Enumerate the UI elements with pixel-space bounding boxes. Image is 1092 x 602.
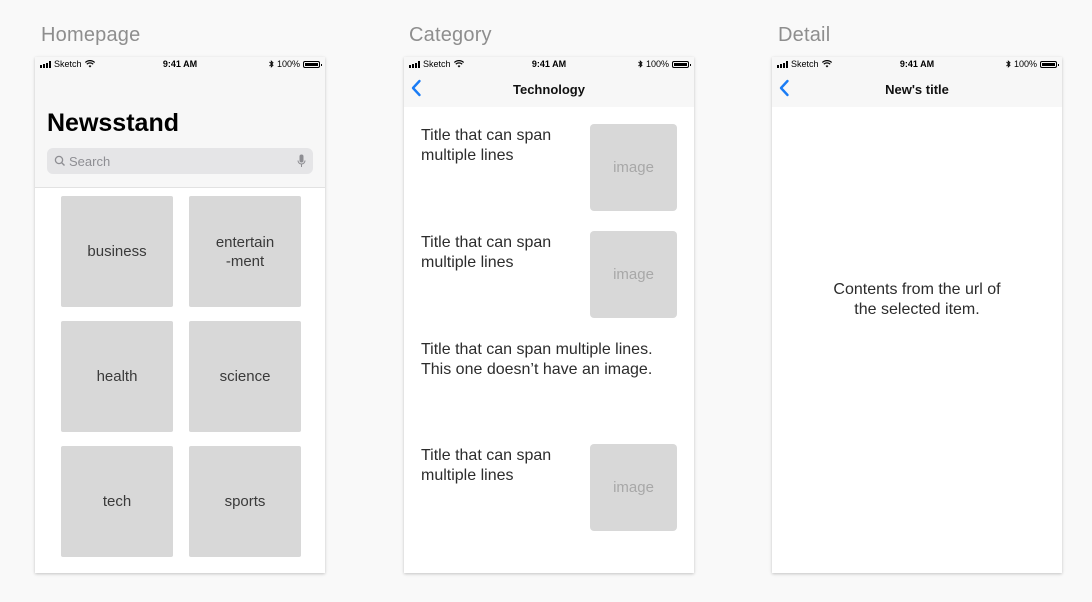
news-item-title[interactable]: Title that can span multiple lines (421, 126, 587, 166)
nav-bar: Sketch 9:41 AM 100% Technology (404, 57, 694, 107)
news-item-image[interactable]: image (590, 231, 677, 318)
battery-icon (1040, 60, 1059, 68)
page-title: Newsstand (47, 109, 179, 137)
category-tile-health[interactable]: health (61, 321, 173, 432)
search-placeholder: Search (69, 154, 111, 169)
homepage-artboard-label: Homepage (41, 24, 141, 46)
category-tile-entertainment[interactable]: entertain -ment (189, 196, 301, 307)
category-screen: Sketch 9:41 AM 100% Technology Title tha… (404, 57, 694, 573)
nav-bar: Sketch 9:41 AM 100% New's title (772, 57, 1062, 107)
category-tile-sports[interactable]: sports (189, 446, 301, 557)
bluetooth-icon (638, 60, 643, 68)
homepage-screen: Sketch 9:41 AM 100% Newsstand Search bus… (35, 57, 325, 573)
news-item-title[interactable]: Title that can span multiple lines (421, 446, 587, 486)
microphone-icon[interactable] (297, 154, 306, 168)
bluetooth-icon (269, 60, 274, 68)
news-item-image[interactable]: image (590, 124, 677, 211)
category-tile-business[interactable]: business (61, 196, 173, 307)
status-bar: Sketch 9:41 AM 100% (404, 57, 694, 73)
home-header: Sketch 9:41 AM 100% Newsstand Search (35, 57, 325, 188)
battery-percent: 100% (645, 59, 669, 69)
battery-icon (672, 60, 691, 68)
nav-title: Technology (513, 82, 585, 97)
detail-artboard-label: Detail (778, 24, 831, 46)
category-tile-tech[interactable]: tech (61, 446, 173, 557)
news-item-title[interactable]: Title that can span multiple lines (421, 233, 587, 273)
news-item-title[interactable]: Title that can span multiple lines. This… (421, 340, 671, 380)
battery-percent: 100% (1013, 59, 1037, 69)
category-tile-science[interactable]: science (189, 321, 301, 432)
battery-icon (303, 60, 322, 68)
bluetooth-icon (1006, 60, 1011, 68)
detail-content: Contents from the url of the selected it… (833, 281, 1001, 318)
search-icon (54, 155, 65, 166)
status-bar: Sketch 9:41 AM 100% (772, 57, 1062, 73)
nav-title: New's title (885, 82, 949, 97)
search-input[interactable]: Search (47, 148, 313, 174)
status-bar: Sketch 9:41 AM 100% (35, 57, 325, 73)
battery-percent: 100% (276, 59, 300, 69)
detail-screen: Sketch 9:41 AM 100% New's title Contents… (772, 57, 1062, 573)
category-artboard-label: Category (409, 24, 492, 46)
news-item-image[interactable]: image (590, 444, 677, 531)
